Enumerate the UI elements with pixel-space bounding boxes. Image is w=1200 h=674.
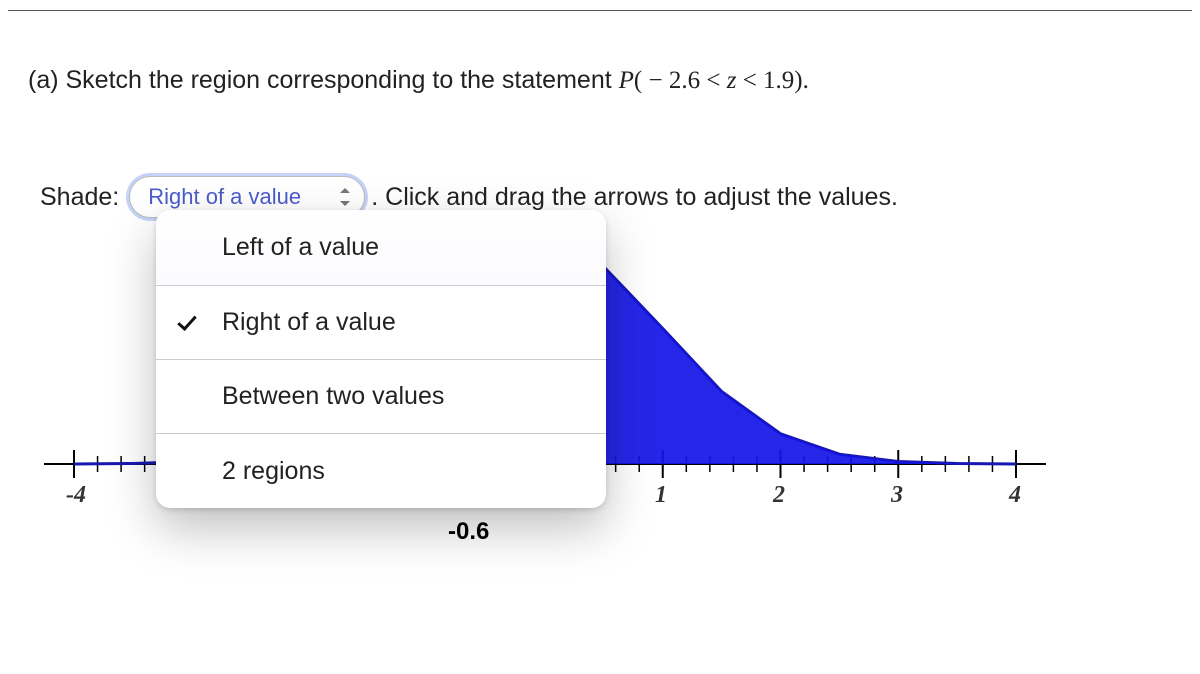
dropdown-option-right[interactable]: Right of a value	[156, 286, 606, 360]
tick-label: -4	[66, 482, 86, 509]
option-label: Left of a value	[222, 233, 379, 262]
tick-label: 3	[891, 482, 903, 509]
dropdown-option-two-regions[interactable]: 2 regions	[156, 434, 606, 508]
shade-label: Shade:	[40, 183, 119, 212]
option-label: Right of a value	[222, 308, 396, 337]
math-b: 1.9	[763, 67, 794, 94]
tick-label: 1	[655, 482, 667, 509]
tick-label: 2	[773, 482, 785, 509]
dropdown-option-between[interactable]: Between two values	[156, 360, 606, 434]
tick-label: 4	[1009, 482, 1021, 509]
dropdown-option-left[interactable]: Left of a value	[156, 210, 606, 286]
math-close: ).	[794, 67, 809, 94]
math-lt1: <	[700, 67, 727, 94]
instruction-text: . Click and drag the arrows to adjust th…	[371, 183, 898, 212]
math-minus: −	[642, 67, 669, 94]
option-label: Between two values	[222, 382, 444, 411]
math-a: 2.6	[669, 67, 700, 94]
math-lt2: <	[736, 67, 763, 94]
shade-dropdown[interactable]: Left of a value Right of a value Between…	[156, 210, 606, 508]
shade-select-value: Right of a value	[148, 184, 301, 210]
option-label: 2 regions	[222, 457, 325, 486]
math-z: z	[727, 67, 737, 94]
marker-value: -0.6	[448, 518, 489, 546]
math-p: P	[619, 67, 634, 94]
check-icon	[178, 310, 204, 336]
question-prompt: (a) Sketch the region corresponding to t…	[28, 66, 809, 95]
updown-chevron-icon	[338, 188, 352, 206]
math-open: (	[634, 67, 642, 94]
prompt-text: (a) Sketch the region corresponding to t…	[28, 66, 619, 94]
top-divider	[8, 10, 1192, 11]
